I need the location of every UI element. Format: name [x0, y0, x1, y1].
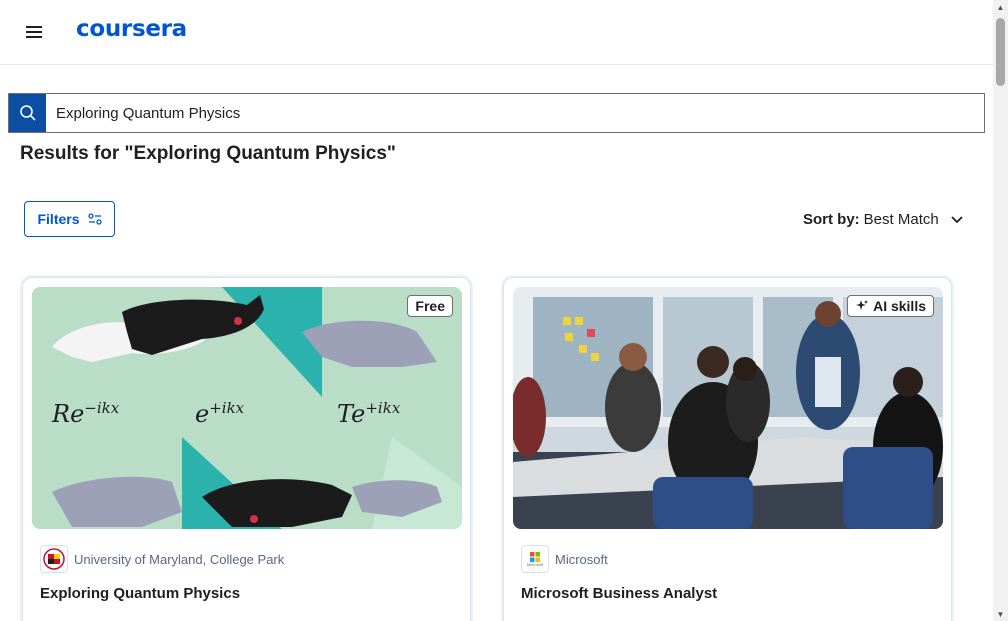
course-image: Re−ikx e+ikx Te+ikx [32, 287, 462, 529]
badge-label: AI skills [873, 298, 926, 314]
sort-label: Sort by: [803, 211, 860, 228]
course-card[interactable]: AI skills Microsoft Microsoft Microsoft … [503, 277, 952, 621]
formula-reflected: Re−ikx [52, 399, 120, 428]
partner-name: University of Maryland, College Park [74, 551, 285, 567]
sort-dropdown[interactable]: Sort by: Best Match [803, 211, 969, 228]
microsoft-logo: Microsoft [521, 545, 549, 573]
partner-info: Microsoft Microsoft [521, 545, 608, 573]
scroll-down-arrow-icon[interactable]: ▼ [993, 607, 1008, 621]
hamburger-menu-button[interactable] [20, 20, 48, 44]
filter-sliders-icon [87, 213, 102, 225]
badge-label: Free [415, 298, 445, 314]
microsoft-logo-text: Microsoft [526, 561, 544, 567]
search-bar [8, 93, 985, 133]
partner-name: Microsoft [555, 551, 608, 567]
search-icon [19, 105, 36, 121]
free-badge: Free [407, 295, 453, 317]
sort-value: Best Match [863, 211, 939, 228]
course-title[interactable]: Microsoft Business Analyst [521, 585, 717, 602]
filters-label: Filters [37, 211, 80, 227]
top-header: coursera [0, 0, 993, 65]
search-button[interactable] [9, 94, 46, 132]
formula-transmitted: Te+ikx [337, 399, 401, 428]
course-image [513, 287, 943, 529]
university-of-maryland-logo [40, 545, 68, 573]
scrollbar-thumb[interactable] [996, 18, 1005, 86]
search-input[interactable] [46, 94, 984, 132]
formula-incident: e+ikx [195, 399, 245, 428]
sparkle-icon [856, 300, 869, 310]
hamburger-menu-icon [26, 26, 42, 38]
partner-info: University of Maryland, College Park [40, 545, 284, 573]
ai-skills-badge: AI skills [847, 295, 934, 317]
course-card[interactable]: Re−ikx e+ikx Te+ikx Free University of M… [22, 277, 471, 621]
course-title[interactable]: Exploring Quantum Physics [40, 585, 240, 602]
results-heading: Results for "Exploring Quantum Physics" [20, 143, 396, 164]
chevron-down-icon [951, 215, 963, 223]
page-scrollbar[interactable]: ▲ ▼ [993, 0, 1008, 621]
coursera-logo[interactable]: coursera [76, 16, 187, 42]
filters-button[interactable]: Filters [24, 201, 115, 237]
scroll-up-arrow-icon[interactable]: ▲ [993, 0, 1008, 14]
